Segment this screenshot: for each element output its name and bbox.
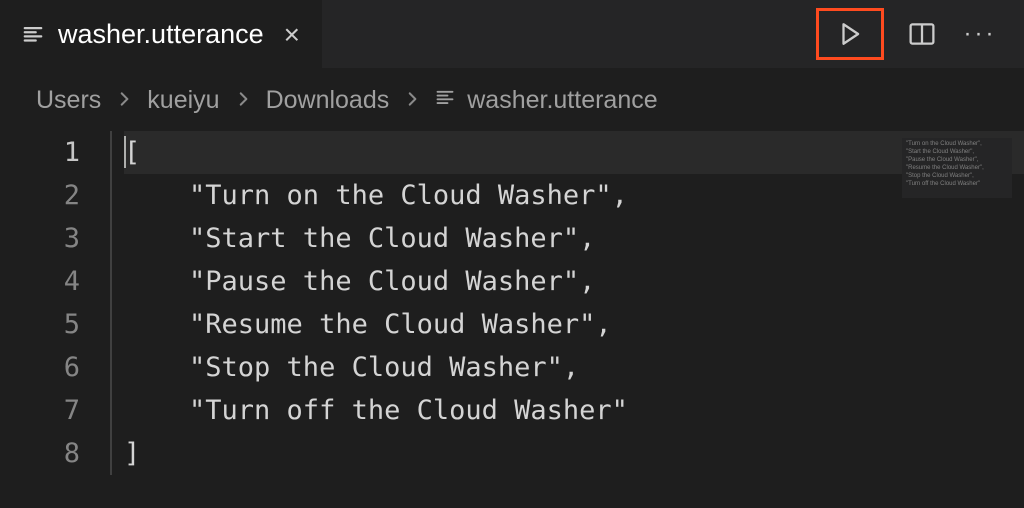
breadcrumb-segment[interactable]: Downloads	[266, 86, 390, 115]
minimap[interactable]: "Turn on the Cloud Washer", "Start the C…	[902, 138, 1012, 198]
line-number: 5	[0, 303, 80, 346]
lines-icon	[22, 24, 44, 46]
lines-icon	[435, 86, 455, 115]
line-number: 8	[0, 432, 80, 475]
code-line: "Pause the Cloud Washer",	[124, 260, 1024, 303]
line-number: 6	[0, 346, 80, 389]
breadcrumb-file[interactable]: washer.utterance	[435, 86, 657, 115]
breadcrumb-filename: washer.utterance	[467, 86, 657, 115]
breadcrumb: Users kueiyu Downloads washer.utterance	[0, 68, 1024, 125]
line-number-gutter: 1 2 3 4 5 6 7 8	[0, 131, 110, 475]
code-line: "Turn on the Cloud Washer",	[124, 174, 1024, 217]
file-tab[interactable]: washer.utterance ×	[0, 0, 322, 68]
run-button[interactable]	[816, 8, 884, 60]
tab-actions: ···	[816, 8, 1024, 60]
chevron-right-icon	[115, 86, 133, 115]
line-number: 4	[0, 260, 80, 303]
line-number: 1	[0, 131, 80, 174]
tab-bar: washer.utterance × ···	[0, 0, 1024, 68]
code-line: ]	[124, 432, 1024, 475]
more-actions-button[interactable]: ···	[960, 14, 1000, 54]
code-line: "Stop the Cloud Washer",	[124, 346, 1024, 389]
editor: 1 2 3 4 5 6 7 8 [ "Turn on the Cloud Was…	[0, 125, 1024, 475]
chevron-right-icon	[403, 86, 421, 115]
line-number: 2	[0, 174, 80, 217]
split-editor-button[interactable]	[902, 14, 942, 54]
code-content[interactable]: [ "Turn on the Cloud Washer", "Start the…	[110, 131, 1024, 475]
text-cursor	[124, 136, 126, 168]
tab-title: washer.utterance	[58, 19, 264, 50]
code-line: [	[124, 131, 1024, 174]
line-number: 3	[0, 217, 80, 260]
breadcrumb-segment[interactable]: kueiyu	[147, 86, 219, 115]
close-icon[interactable]: ×	[284, 21, 300, 49]
breadcrumb-segment[interactable]: Users	[36, 86, 101, 115]
code-line: "Turn off the Cloud Washer"	[124, 389, 1024, 432]
code-line: "Start the Cloud Washer",	[124, 217, 1024, 260]
code-line: "Resume the Cloud Washer",	[124, 303, 1024, 346]
chevron-right-icon	[234, 86, 252, 115]
ellipsis-icon: ···	[964, 20, 997, 48]
line-number: 7	[0, 389, 80, 432]
